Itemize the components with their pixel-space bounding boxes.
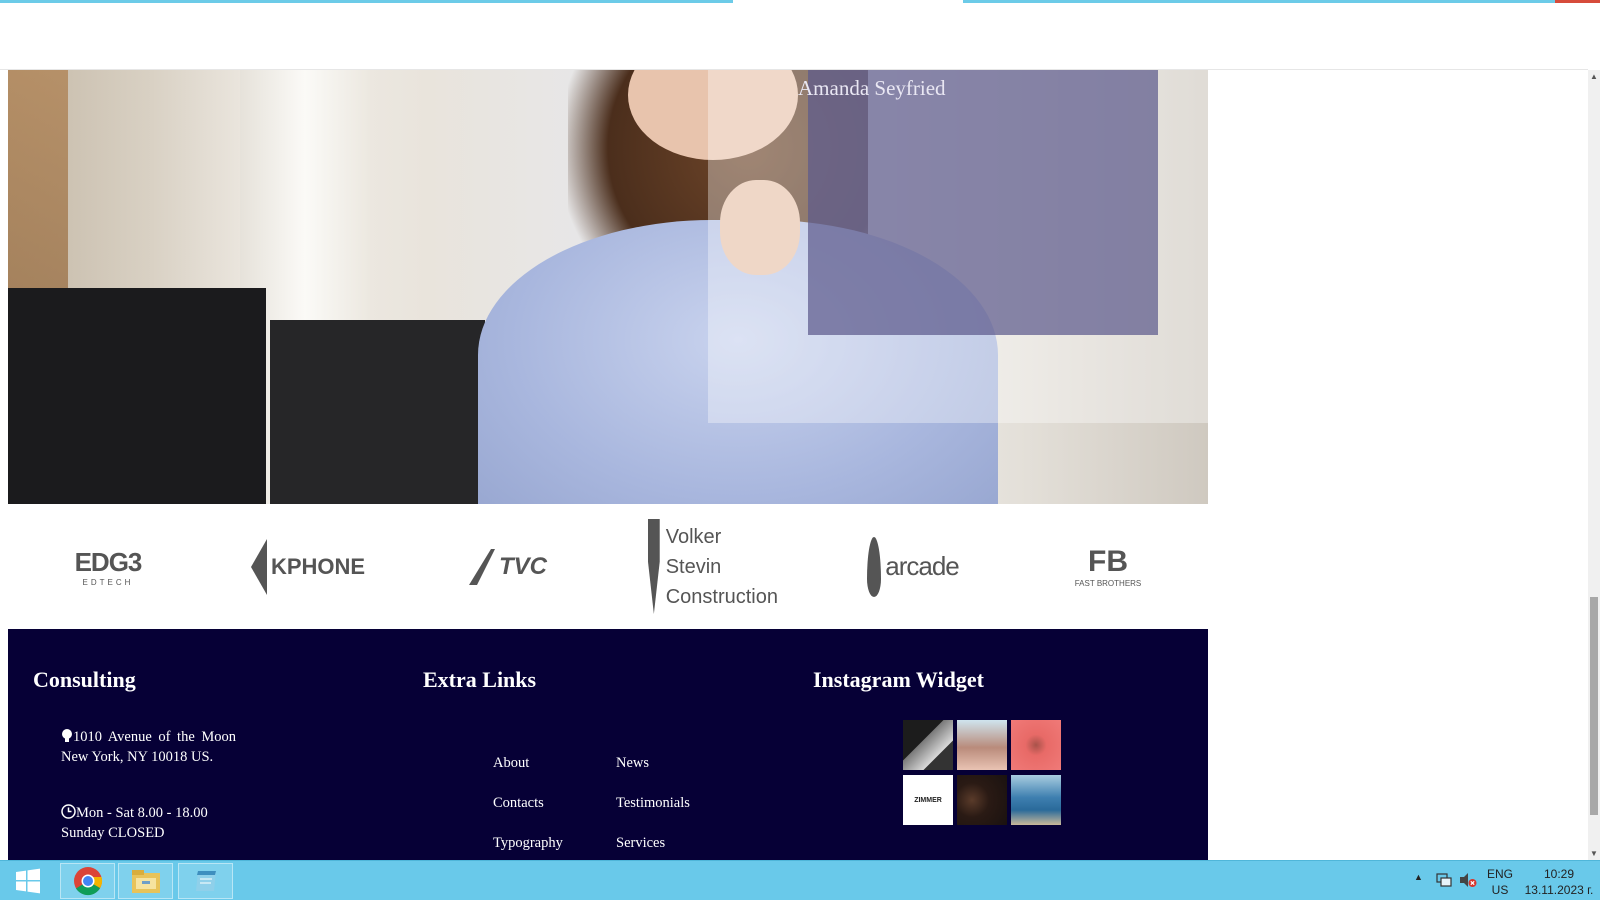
logo-arcade-text: arcade xyxy=(885,551,959,581)
scroll-down-icon[interactable]: ▼ xyxy=(1590,849,1598,858)
footer-link-contacts[interactable]: Contacts xyxy=(493,795,544,812)
bulb-icon xyxy=(62,729,72,742)
logo-fb-text: FB xyxy=(1088,545,1128,578)
instagram-thumb[interactable] xyxy=(957,775,1007,825)
logo-volker-line2: Construction xyxy=(665,585,778,608)
hero-photo: Amanda Seyfried xyxy=(8,70,1208,504)
volker-mark-icon xyxy=(648,519,660,614)
logo-edg3-text: EDG3 xyxy=(74,546,143,577)
tray-language-code: ENG xyxy=(1486,867,1513,881)
logo-edg3-sub: EDTECH xyxy=(82,577,134,587)
taskbar-chrome[interactable] xyxy=(60,863,115,899)
site-header xyxy=(0,3,1588,70)
instagram-thumb-label: ZIMMER xyxy=(914,796,942,804)
monitor-shape xyxy=(8,288,266,504)
tvc-mark-icon xyxy=(469,548,495,585)
logo-tvc[interactable]: TVC xyxy=(448,504,568,629)
footer-link-about[interactable]: About xyxy=(493,755,529,772)
kphone-mark-icon xyxy=(250,538,267,595)
instagram-thumb[interactable] xyxy=(1011,775,1061,825)
footer-address: 1010 Avenue of the Moon New York, NY 100… xyxy=(61,727,236,767)
instagram-thumb[interactable] xyxy=(1011,720,1061,770)
tray-up-arrow-icon[interactable]: ▲ xyxy=(1414,872,1423,882)
chrome-icon xyxy=(73,867,102,896)
logo-kphone[interactable]: KPHONE xyxy=(248,504,368,629)
tray-time: 10:29 xyxy=(1543,867,1575,881)
instagram-thumb[interactable] xyxy=(903,720,953,770)
start-button[interactable] xyxy=(4,863,52,899)
logo-kphone-text: KPHONE xyxy=(270,553,366,579)
footer-hours-text: Mon - Sat 8.00 - 18.00 Sunday CLOSED xyxy=(61,805,208,841)
page-scrollbar[interactable]: ▲ ▼ xyxy=(1588,70,1600,860)
logo-fast-brothers[interactable]: FB FAST BROTHERS xyxy=(1048,504,1168,629)
logo-edg3[interactable]: EDG3 EDTECH xyxy=(48,504,168,629)
footer-title-extra-links: Extra Links xyxy=(423,667,537,692)
scroll-up-icon[interactable]: ▲ xyxy=(1590,72,1598,81)
instagram-thumb[interactable]: ZIMMER xyxy=(903,775,953,825)
taskbar-file-explorer[interactable] xyxy=(118,863,173,899)
file-explorer-icon xyxy=(131,870,160,893)
footer-title-consulting: Consulting xyxy=(33,667,136,692)
scrollbar-thumb[interactable] xyxy=(1590,597,1598,815)
arcade-flame-icon xyxy=(867,536,882,597)
windows-start-icon xyxy=(16,868,40,894)
tray-clock[interactable]: 10:29 13.11.2023 г. xyxy=(1520,866,1598,898)
partner-logos: EDG3 EDTECH KPHONE TVC Volker Stevin Con… xyxy=(8,504,1208,629)
team-member-card[interactable]: Amanda Seyfried xyxy=(798,70,1158,335)
monitor-shape xyxy=(270,320,485,504)
footer-hours: Mon - Sat 8.00 - 18.00 Sunday CLOSED xyxy=(61,803,236,843)
logo-arcade[interactable]: arcade xyxy=(848,504,978,629)
notepad-icon xyxy=(195,871,216,891)
team-member-name[interactable]: Amanda Seyfried xyxy=(798,76,946,101)
footer-title-instagram: Instagram Widget xyxy=(813,667,984,692)
windows-taskbar: ▲ ENG US 10:29 13.11.2023 г. xyxy=(0,860,1600,900)
tray-language[interactable]: ENG US xyxy=(1480,866,1520,898)
taskbar-notepad[interactable] xyxy=(178,863,233,899)
logo-volker-stevin[interactable]: Volker Stevin Construction xyxy=(648,504,778,629)
logo-fb-sub: FAST BROTHERS xyxy=(1074,579,1142,588)
site-footer: Consulting 1010 Avenue of the Moon New Y… xyxy=(8,629,1208,860)
clock-icon xyxy=(61,804,76,819)
instagram-thumb[interactable] xyxy=(957,720,1007,770)
footer-address-text: 1010 Avenue of the Moon New York, NY 100… xyxy=(61,729,236,765)
footer-link-testimonials[interactable]: Testimonials xyxy=(616,795,690,812)
tray-date: 13.11.2023 г. xyxy=(1524,883,1594,897)
logo-volker-line1: Volker Stevin xyxy=(665,525,722,578)
footer-link-news[interactable]: News xyxy=(616,755,649,772)
tray-language-region: US xyxy=(1491,883,1509,897)
footer-link-typography[interactable]: Typography xyxy=(493,835,563,852)
volume-muted-icon[interactable] xyxy=(1458,871,1478,889)
footer-link-services[interactable]: Services xyxy=(616,835,665,852)
page: Amanda Seyfried EDG3 EDTECH KPHONE TVC V… xyxy=(0,0,1600,900)
network-icon[interactable] xyxy=(1435,871,1453,889)
logo-tvc-text: TVC xyxy=(499,552,547,580)
logo-volker-text: Volker Stevin Construction xyxy=(666,522,778,612)
